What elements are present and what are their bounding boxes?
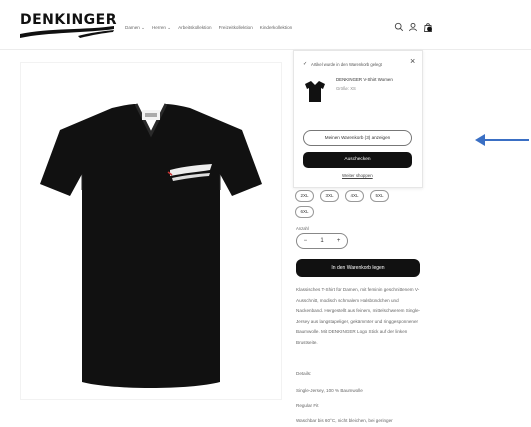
increment-button[interactable]: + <box>337 238 341 244</box>
size-option-4xl[interactable]: 4XL <box>345 190 364 202</box>
nav-item-herren[interactable]: Herren ⌄ <box>152 25 171 31</box>
fit-info: Regular Fit <box>296 403 319 408</box>
popup-product-size: Größe: XS <box>336 86 356 91</box>
nav-item-freizeitkollektion[interactable]: Freizeitkollektion <box>219 25 253 31</box>
size-options-row1: 2XL 3XL 4XL 5XL <box>295 190 389 202</box>
cart-notification-popup: ✓ Artikel wurde in den Warenkorb gelegt … <box>293 50 423 188</box>
popup-product-name: DENKINGER V-Shirt Women <box>336 77 393 82</box>
view-cart-button[interactable]: Meinen Warenkorb (3) anzeigen <box>303 130 412 146</box>
popup-confirm-message: Artikel wurde in den Warenkorb gelegt <box>311 62 382 67</box>
user-icon[interactable] <box>408 22 418 32</box>
material-info: Single-Jersey, 100 % Baumwolle <box>296 388 363 393</box>
care-info: Waschbar bis 60°C, nicht bleichen, bei g… <box>296 418 393 423</box>
quantity-value[interactable]: 1 <box>320 238 323 244</box>
size-option-5xl[interactable]: 5XL <box>370 190 389 202</box>
close-icon[interactable]: × <box>410 56 415 66</box>
nav-item-kinderkollektion[interactable]: Kinderkollektion <box>260 25 292 31</box>
logo-text[interactable]: DENKINGER <box>20 12 117 28</box>
continue-shopping-link[interactable]: Weiter shoppen <box>342 173 373 178</box>
check-icon: ✓ <box>303 61 308 67</box>
decrement-button[interactable]: − <box>304 238 308 244</box>
quantity-stepper: − 1 + <box>296 233 348 249</box>
site-header: DENKINGER Damen ⌄ Herren ⌄ Arbeitskollek… <box>0 0 531 50</box>
main-nav: Damen ⌄ Herren ⌄ Arbeitskollektion Freiz… <box>125 25 292 31</box>
quantity-label: Anzahl <box>296 226 309 231</box>
size-option-2xl[interactable]: 2XL <box>295 190 314 202</box>
details-heading: Details: <box>296 371 312 376</box>
cart-icon[interactable] <box>423 22 433 32</box>
popup-product-thumbnail <box>305 81 325 102</box>
product-image-tshirt[interactable] <box>20 80 282 400</box>
product-description: Klassisches T-Shirt für Damen, mit femin… <box>296 287 421 345</box>
size-option-3xl[interactable]: 3XL <box>320 190 339 202</box>
search-icon[interactable] <box>394 22 404 32</box>
arrow-left-icon <box>475 134 529 146</box>
size-options-row2: 6XL <box>295 206 314 218</box>
checkout-button[interactable]: Auschecken <box>303 152 412 168</box>
nav-item-arbeitskollektion[interactable]: Arbeitskollektion <box>178 25 211 31</box>
add-to-cart-button[interactable]: In den Warenkorb legen <box>296 259 420 277</box>
nav-item-damen[interactable]: Damen ⌄ <box>125 25 145 31</box>
size-option-6xl[interactable]: 6XL <box>295 206 314 218</box>
